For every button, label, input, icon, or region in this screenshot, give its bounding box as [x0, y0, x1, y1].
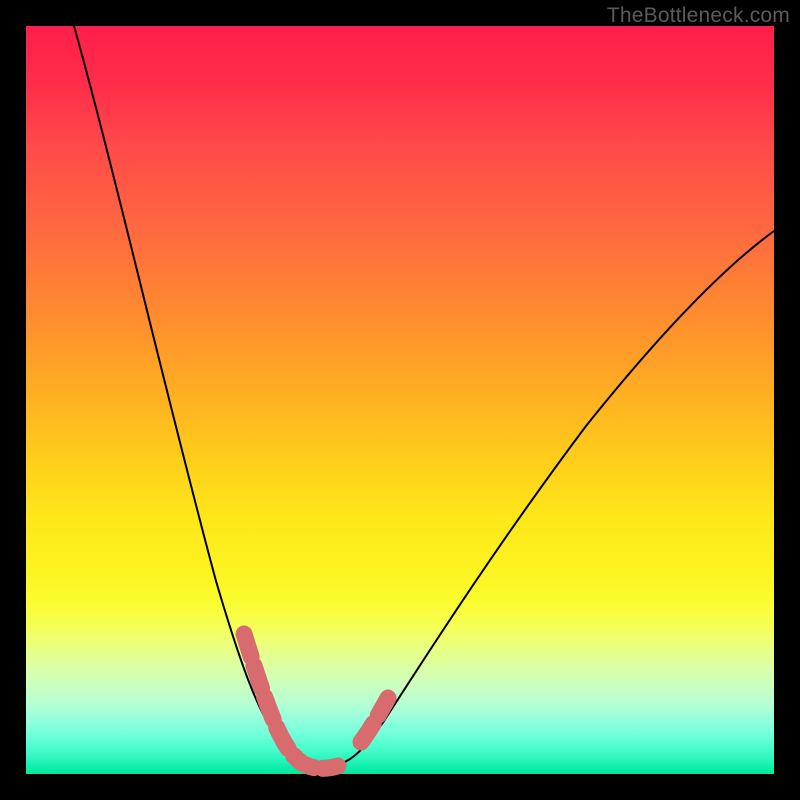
watermark-text: TheBottleneck.com	[607, 4, 790, 28]
highlight-right	[361, 698, 388, 742]
chart-frame: TheBottleneck.com	[0, 0, 800, 800]
curve-path	[74, 26, 774, 768]
highlight-left	[244, 634, 338, 768]
bottleneck-curve	[26, 26, 774, 774]
